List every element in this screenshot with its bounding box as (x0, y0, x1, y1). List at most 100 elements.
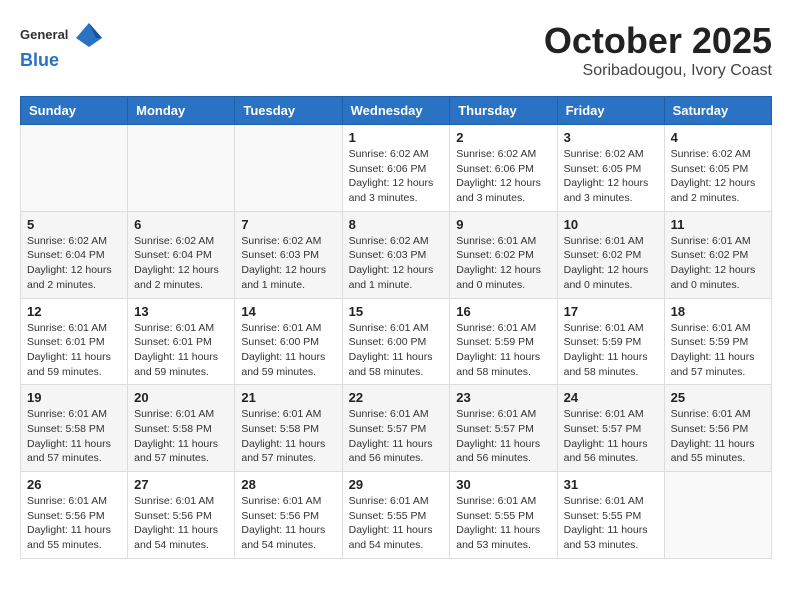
weekday-header-wednesday: Wednesday (342, 97, 450, 125)
day-number: 2 (456, 130, 550, 145)
calendar-cell: 1Sunrise: 6:02 AM Sunset: 6:06 PM Daylig… (342, 125, 450, 212)
day-info: Sunrise: 6:01 AM Sunset: 5:55 PM Dayligh… (456, 494, 550, 553)
day-info: Sunrise: 6:01 AM Sunset: 5:56 PM Dayligh… (134, 494, 228, 553)
calendar-cell: 3Sunrise: 6:02 AM Sunset: 6:05 PM Daylig… (557, 125, 664, 212)
day-info: Sunrise: 6:02 AM Sunset: 6:05 PM Dayligh… (671, 147, 765, 206)
day-info: Sunrise: 6:01 AM Sunset: 5:55 PM Dayligh… (564, 494, 658, 553)
day-number: 7 (241, 217, 335, 232)
calendar-cell: 7 Sunrise: 6:02 AM Sunset: 6:03 PM Daylig… (235, 211, 342, 298)
calendar-table: SundayMondayTuesdayWednesdayThursdayFrid… (20, 96, 772, 559)
calendar-cell: 19 Sunrise: 6:01 AM Sunset: 5:58 PM Dayli… (21, 385, 128, 472)
day-number: 27 (134, 477, 228, 492)
day-number: 23 (456, 390, 550, 405)
title-block: October 2025 Soribadougou, Ivory Coast (544, 20, 772, 80)
day-info: Sunrise: 6:01 AM Sunset: 5:57 PM Dayligh… (456, 407, 550, 466)
day-info: Sunrise: 6:01 AM Sunset: 5:59 PM Dayligh… (456, 321, 550, 380)
day-info: Sunrise: 6:01 AM Sunset: 5:58 PM Dayligh… (241, 407, 335, 466)
calendar-cell (235, 125, 342, 212)
calendar-cell: 2 Sunrise: 6:02 AM Sunset: 6:06 PM Daylig… (450, 125, 557, 212)
month-title: October 2025 (544, 20, 772, 62)
day-number: 19 (27, 390, 121, 405)
day-info: Sunrise: 6:02 AM Sunset: 6:04 PM Dayligh… (134, 234, 228, 293)
weekday-header-friday: Friday (557, 97, 664, 125)
calendar-cell: 15Sunrise: 6:01 AM Sunset: 6:00 PM Dayli… (342, 298, 450, 385)
day-info: Sunrise: 6:02 AM Sunset: 6:06 PM Dayligh… (456, 147, 550, 206)
day-number: 1 (349, 130, 444, 145)
calendar-cell: 6 Sunrise: 6:02 AM Sunset: 6:04 PM Daylig… (128, 211, 235, 298)
day-info: Sunrise: 6:02 AM Sunset: 6:03 PM Dayligh… (349, 234, 444, 293)
calendar-cell: 8 Sunrise: 6:02 AM Sunset: 6:03 PM Daylig… (342, 211, 450, 298)
day-number: 10 (564, 217, 658, 232)
logo-text: General Blue (20, 20, 104, 71)
day-info: Sunrise: 6:01 AM Sunset: 5:57 PM Dayligh… (349, 407, 444, 466)
day-number: 20 (134, 390, 228, 405)
calendar-week-4: 19 Sunrise: 6:01 AM Sunset: 5:58 PM Dayli… (21, 385, 772, 472)
day-number: 11 (671, 217, 765, 232)
day-info: Sunrise: 6:01 AM Sunset: 5:56 PM Dayligh… (241, 494, 335, 553)
calendar-cell: 11 Sunrise: 6:01 AM Sunset: 6:02 PM Dayli… (664, 211, 771, 298)
calendar-week-5: 26Sunrise: 6:01 AM Sunset: 5:56 PM Dayli… (21, 472, 772, 559)
weekday-header-saturday: Saturday (664, 97, 771, 125)
day-number: 6 (134, 217, 228, 232)
day-number: 24 (564, 390, 658, 405)
day-info: Sunrise: 6:01 AM Sunset: 6:02 PM Dayligh… (564, 234, 658, 293)
calendar-week-1: 1 Sunrise: 6:02 AM Sunset: 6:06 PM Daylig… (21, 125, 772, 212)
calendar-cell: 10 Sunrise: 6:01 AM Sunset: 6:02 PM Dayli… (557, 211, 664, 298)
calendar-cell: 29Sunrise: 6:01 AM Sunset: 5:55 PM Dayli… (342, 472, 450, 559)
day-info: Sunrise: 6:01 AM Sunset: 6:02 PM Dayligh… (671, 234, 765, 293)
day-number: 5 (27, 217, 121, 232)
calendar-week-3: 12 Sunrise: 6:01 AM Sunset: 6:01 PM Dayli… (21, 298, 772, 385)
calendar-week-2: 5 Sunrise: 6:02 AM Sunset: 6:04 PM Daylig… (21, 211, 772, 298)
day-number: 31 (564, 477, 658, 492)
day-number: 25 (671, 390, 765, 405)
day-number: 14 (241, 304, 335, 319)
day-info: Sunrise: 6:01 AM Sunset: 5:56 PM Dayligh… (671, 407, 765, 466)
calendar-cell: 16Sunrise: 6:01 AM Sunset: 5:59 PM Dayli… (450, 298, 557, 385)
day-number: 4 (671, 130, 765, 145)
day-info: Sunrise: 6:01 AM Sunset: 5:57 PM Dayligh… (564, 407, 658, 466)
day-number: 12 (27, 304, 121, 319)
day-info: Sunrise: 6:01 AM Sunset: 6:01 PM Dayligh… (27, 321, 121, 380)
calendar-cell (21, 125, 128, 212)
day-info: Sunrise: 6:01 AM Sunset: 6:01 PM Dayligh… (134, 321, 228, 380)
calendar-cell: 23 Sunrise: 6:01 AM Sunset: 5:57 PM Dayli… (450, 385, 557, 472)
day-number: 8 (349, 217, 444, 232)
weekday-header-sunday: Sunday (21, 97, 128, 125)
calendar-cell: 25 Sunrise: 6:01 AM Sunset: 5:56 PM Dayli… (664, 385, 771, 472)
location: Soribadougou, Ivory Coast (544, 62, 772, 80)
day-info: Sunrise: 6:01 AM Sunset: 5:58 PM Dayligh… (27, 407, 121, 466)
calendar-cell: 20 Sunrise: 6:01 AM Sunset: 5:58 PM Dayli… (128, 385, 235, 472)
day-info: Sunrise: 6:01 AM Sunset: 6:00 PM Dayligh… (241, 321, 335, 380)
day-info: Sunrise: 6:01 AM Sunset: 5:58 PM Dayligh… (134, 407, 228, 466)
calendar-cell: 30Sunrise: 6:01 AM Sunset: 5:55 PM Dayli… (450, 472, 557, 559)
calendar-cell: 9 Sunrise: 6:01 AM Sunset: 6:02 PM Daylig… (450, 211, 557, 298)
day-info: Sunrise: 6:01 AM Sunset: 6:02 PM Dayligh… (456, 234, 550, 293)
day-info: Sunrise: 6:01 AM Sunset: 5:59 PM Dayligh… (564, 321, 658, 380)
day-number: 9 (456, 217, 550, 232)
day-number: 13 (134, 304, 228, 319)
day-number: 28 (241, 477, 335, 492)
day-number: 22 (349, 390, 444, 405)
calendar-cell: 21 Sunrise: 6:01 AM Sunset: 5:58 PM Dayli… (235, 385, 342, 472)
weekday-header-thursday: Thursday (450, 97, 557, 125)
calendar-cell: 4 Sunrise: 6:02 AM Sunset: 6:05 PM Daylig… (664, 125, 771, 212)
calendar-cell: 31 Sunrise: 6:01 AM Sunset: 5:55 PM Dayli… (557, 472, 664, 559)
day-number: 18 (671, 304, 765, 319)
calendar-cell: 26Sunrise: 6:01 AM Sunset: 5:56 PM Dayli… (21, 472, 128, 559)
page-header: General Blue October 2025 Soribadougou, … (20, 20, 772, 80)
weekday-header-monday: Monday (128, 97, 235, 125)
day-number: 21 (241, 390, 335, 405)
day-number: 29 (349, 477, 444, 492)
weekday-header-row: SundayMondayTuesdayWednesdayThursdayFrid… (21, 97, 772, 125)
logo-icon (74, 20, 104, 50)
day-info: Sunrise: 6:02 AM Sunset: 6:03 PM Dayligh… (241, 234, 335, 293)
logo: General Blue (20, 20, 104, 71)
weekday-header-tuesday: Tuesday (235, 97, 342, 125)
calendar-cell: 18Sunrise: 6:01 AM Sunset: 5:59 PM Dayli… (664, 298, 771, 385)
calendar-cell: 24 Sunrise: 6:01 AM Sunset: 5:57 PM Dayli… (557, 385, 664, 472)
calendar-cell: 14 Sunrise: 6:01 AM Sunset: 6:00 PM Dayli… (235, 298, 342, 385)
calendar-cell: 5 Sunrise: 6:02 AM Sunset: 6:04 PM Daylig… (21, 211, 128, 298)
day-info: Sunrise: 6:01 AM Sunset: 5:56 PM Dayligh… (27, 494, 121, 553)
day-info: Sunrise: 6:02 AM Sunset: 6:04 PM Dayligh… (27, 234, 121, 293)
calendar-cell: 27 Sunrise: 6:01 AM Sunset: 5:56 PM Dayli… (128, 472, 235, 559)
